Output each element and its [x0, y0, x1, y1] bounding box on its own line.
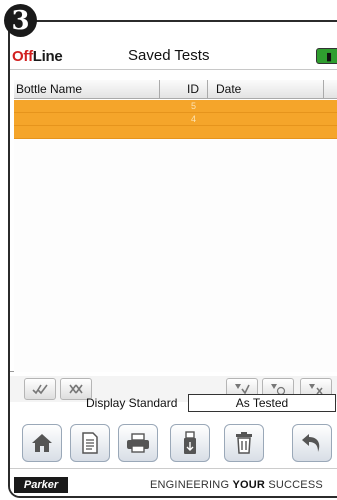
back-icon[interactable] — [292, 424, 332, 462]
title-bar: OffLine Saved Tests ▮ — [10, 40, 337, 70]
step-number-badge: 3 — [4, 4, 37, 37]
brand-line: Line — [32, 48, 63, 65]
usb-export-icon[interactable] — [170, 424, 210, 462]
table-row[interactable]: 4 — [14, 113, 337, 126]
column-divider — [323, 80, 324, 99]
display-standard-select[interactable]: As Tested — [188, 394, 336, 412]
tagline-bold: YOUR — [232, 479, 266, 491]
table-header: Bottle Name ID Date — [14, 80, 337, 99]
parker-logo: Parker — [14, 477, 68, 493]
column-header-bottle-name[interactable]: Bottle Name — [16, 82, 82, 96]
page-title: Saved Tests — [128, 47, 210, 64]
display-standard-label: Display Standard — [86, 396, 178, 410]
cell-id: 4 — [191, 114, 197, 124]
column-divider — [159, 80, 160, 99]
brand-off: Off — [12, 48, 33, 65]
cell-id: 5 — [191, 101, 197, 111]
trash-icon[interactable] — [224, 424, 264, 462]
home-icon[interactable] — [22, 424, 62, 462]
table-row[interactable] — [14, 126, 337, 139]
table-row[interactable]: 5 — [14, 100, 337, 113]
action-bar — [10, 420, 337, 466]
document-icon[interactable] — [70, 424, 110, 462]
device-screen: OffLine Saved Tests ▮ Bottle Name ID Dat… — [8, 20, 337, 498]
brand-logo: OffLine — [12, 48, 63, 65]
saved-tests-table: Bottle Name ID Date 5 4 — [10, 80, 337, 372]
footer: Parker ENGINEERING YOUR SUCCESS — [10, 468, 337, 496]
tagline-end: SUCCESS — [265, 479, 323, 491]
print-icon[interactable] — [118, 424, 158, 462]
tagline: ENGINEERING YOUR SUCCESS — [150, 479, 323, 491]
table-empty-area — [14, 140, 337, 372]
column-header-id[interactable]: ID — [187, 82, 199, 96]
battery-icon: ▮ — [316, 48, 337, 64]
tagline-start: ENGINEERING — [150, 479, 233, 491]
table-rows: 5 4 — [14, 100, 337, 139]
select-all-icon[interactable] — [24, 378, 56, 400]
column-divider — [207, 80, 208, 99]
column-header-date[interactable]: Date — [216, 82, 241, 96]
